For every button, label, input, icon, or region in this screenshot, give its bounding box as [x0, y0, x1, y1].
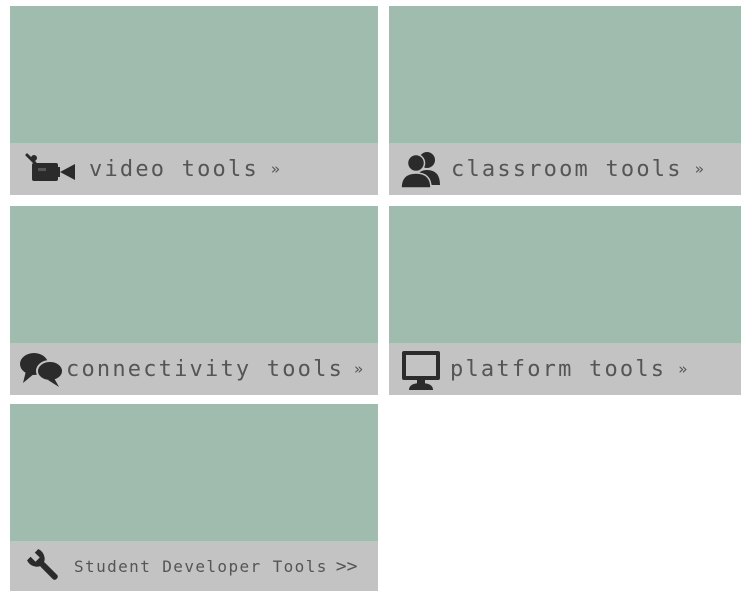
video-camera-icon — [24, 149, 76, 189]
connectivity-tools-link[interactable]: connectivity tools » — [10, 343, 378, 395]
student-developer-tools-image[interactable] — [10, 404, 378, 541]
video-tools-link[interactable]: video tools » — [10, 143, 378, 195]
people-icon — [399, 149, 443, 189]
wrench-icon — [26, 548, 62, 584]
classroom-tools-link[interactable]: classroom tools » — [389, 143, 741, 195]
platform-tools-arrows: » — [678, 360, 687, 378]
connectivity-tools-arrows: » — [354, 360, 363, 378]
classroom-tools-arrows: » — [694, 160, 704, 178]
connectivity-tools-image[interactable] — [10, 206, 378, 343]
student-developer-tools-arrows: >> — [335, 555, 358, 577]
tile-classroom-tools[interactable]: classroom tools » — [389, 6, 741, 195]
tile-platform-tools[interactable]: platform tools » — [389, 206, 741, 395]
monitor-icon — [400, 348, 442, 390]
video-tools-arrows: » — [270, 160, 280, 178]
tile-video-tools[interactable]: video tools » — [10, 6, 378, 195]
classroom-tools-label: classroom tools — [451, 156, 683, 182]
student-developer-tools-label: Student Developer Tools — [74, 556, 328, 576]
chat-bubbles-icon — [18, 349, 64, 389]
platform-tools-label: platform tools — [450, 356, 667, 382]
tile-student-developer-tools[interactable]: Student Developer Tools >> — [10, 404, 378, 591]
video-tools-image[interactable] — [10, 6, 378, 143]
platform-tools-image[interactable] — [389, 206, 741, 343]
platform-tools-link[interactable]: platform tools » — [389, 343, 741, 395]
video-tools-label: video tools — [89, 156, 259, 182]
classroom-tools-image[interactable] — [389, 6, 741, 143]
student-developer-tools-link[interactable]: Student Developer Tools >> — [10, 541, 378, 591]
tile-connectivity-tools[interactable]: connectivity tools » — [10, 206, 378, 395]
connectivity-tools-label: connectivity tools — [66, 356, 345, 382]
